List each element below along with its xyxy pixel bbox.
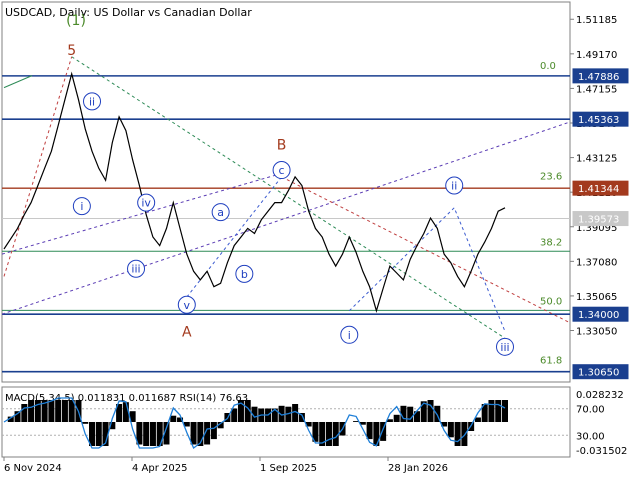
- macd-histogram-bar: [495, 400, 502, 422]
- macd-histogram-bar: [48, 400, 55, 422]
- y-tick-label: 1.43125: [576, 154, 617, 165]
- macd-histogram-bar: [461, 422, 468, 446]
- trend-line-purple-lower: [1, 172, 282, 255]
- macd-histogram-bar: [190, 422, 197, 445]
- macd-histogram-bar: [28, 400, 35, 422]
- macd-histogram-bar: [502, 400, 508, 422]
- price-tag-label: 1.45363: [578, 115, 619, 126]
- macd-histogram-bar: [454, 422, 461, 446]
- macd-histogram-bar: [488, 400, 495, 422]
- x-tick-label: 1 Sep 2025: [260, 463, 317, 474]
- fib-label: 23.6: [540, 171, 562, 182]
- wave-label-text: a: [217, 206, 224, 219]
- macd-histogram-bar: [55, 400, 62, 422]
- indicator-tick-label: 70.00: [576, 405, 605, 416]
- macd-histogram-bar: [95, 422, 102, 446]
- macd-histogram-bar: [373, 422, 380, 446]
- price-tag-label: 1.39573: [578, 215, 619, 226]
- fib-label: 50.0: [540, 296, 562, 307]
- macd-histogram-bar: [21, 404, 28, 422]
- macd-histogram-bar: [170, 415, 177, 422]
- macd-histogram-bar: [447, 422, 454, 438]
- chart-title: USDCAD, Daily: US Dollar vs Canadian Dol…: [5, 6, 252, 19]
- y-tick-label: 1.49170: [576, 50, 617, 61]
- wave-label-text: i: [80, 200, 83, 213]
- macd-histogram-bar: [34, 400, 41, 422]
- macd-histogram-bar: [149, 422, 156, 446]
- y-tick-label: 1.33050: [576, 327, 617, 338]
- macd-panel: MACD(5,34,5) 0.011831 0.011687 RSI(14) 7…: [2, 390, 627, 457]
- trend-line-green-short: [3, 75, 33, 89]
- fib-label: 38.2: [540, 237, 562, 248]
- price-axis: 1.511851.491701.471551.451401.431251.411…: [570, 15, 629, 380]
- macd-histogram-bar: [474, 417, 481, 422]
- wave-label-text: A: [182, 325, 192, 341]
- wave-label-text: B: [277, 137, 287, 153]
- macd-histogram-bar: [427, 400, 434, 422]
- x-tick-label: 4 Apr 2025: [132, 463, 187, 474]
- wave-label-text: i: [348, 329, 351, 342]
- wave-label-text: b: [241, 268, 248, 281]
- price-tag-label: 1.47886: [578, 72, 619, 83]
- x-tick-label: 6 Nov 2024: [4, 463, 62, 474]
- trend-line-red: [281, 176, 571, 324]
- chart-svg: USDCAD, Daily: US Dollar vs Canadian Dol…: [1, 1, 629, 474]
- y-tick-label: 1.51185: [576, 15, 617, 26]
- wave-label-text: iii: [500, 341, 509, 354]
- wave-label-text: (1): [66, 13, 86, 29]
- wave-label-text: ii: [451, 179, 457, 192]
- price-series: [3, 71, 506, 313]
- wave-label-text: iv: [141, 197, 151, 210]
- price-tag-label: 1.41344: [578, 184, 619, 195]
- wave-label-text: ii: [89, 95, 95, 108]
- wave-label-text: 5: [67, 43, 76, 59]
- y-tick-label: 1.35065: [576, 292, 617, 303]
- price-line: [3, 71, 506, 313]
- time-axis: 6 Nov 2024 4 Apr 2025 1 Sep 2025 28 Jan 202…: [3, 457, 448, 474]
- wave-label-text: iii: [131, 263, 140, 276]
- y-tick-label: 1.47155: [576, 84, 617, 95]
- macd-histogram-bar: [393, 414, 400, 422]
- macd-histogram-bar: [82, 422, 89, 424]
- macd-histogram-bar: [366, 422, 373, 440]
- indicator-tick-label: 30.00: [576, 431, 605, 442]
- y-tick-label: 1.37080: [576, 257, 617, 268]
- macd-histogram-bar: [143, 422, 150, 446]
- fib-label: 0.0: [540, 61, 556, 72]
- macd-histogram-bar: [210, 422, 217, 440]
- indicator-tick-label: -0.031502: [576, 446, 627, 457]
- wave-label-text: v: [184, 299, 191, 312]
- fib-label: 61.8: [540, 356, 562, 367]
- wave-label-text: c: [279, 164, 285, 177]
- x-tick-label: 28 Jan 2026: [388, 463, 448, 474]
- wave-labels: (1)5iiiiviiivabcBA iiiiii: [66, 13, 514, 356]
- indicator-tick-label: 0.028232: [576, 390, 624, 401]
- price-tag-label: 1.30650: [578, 368, 619, 379]
- price-tag-label: 1.34000: [578, 310, 619, 321]
- macd-histogram-bar: [325, 422, 332, 446]
- macd-histogram-bar: [61, 400, 68, 422]
- trend-line-green: [71, 56, 506, 339]
- chart-canvas: USDCAD, Daily: US Dollar vs Canadian Dol…: [0, 0, 640, 480]
